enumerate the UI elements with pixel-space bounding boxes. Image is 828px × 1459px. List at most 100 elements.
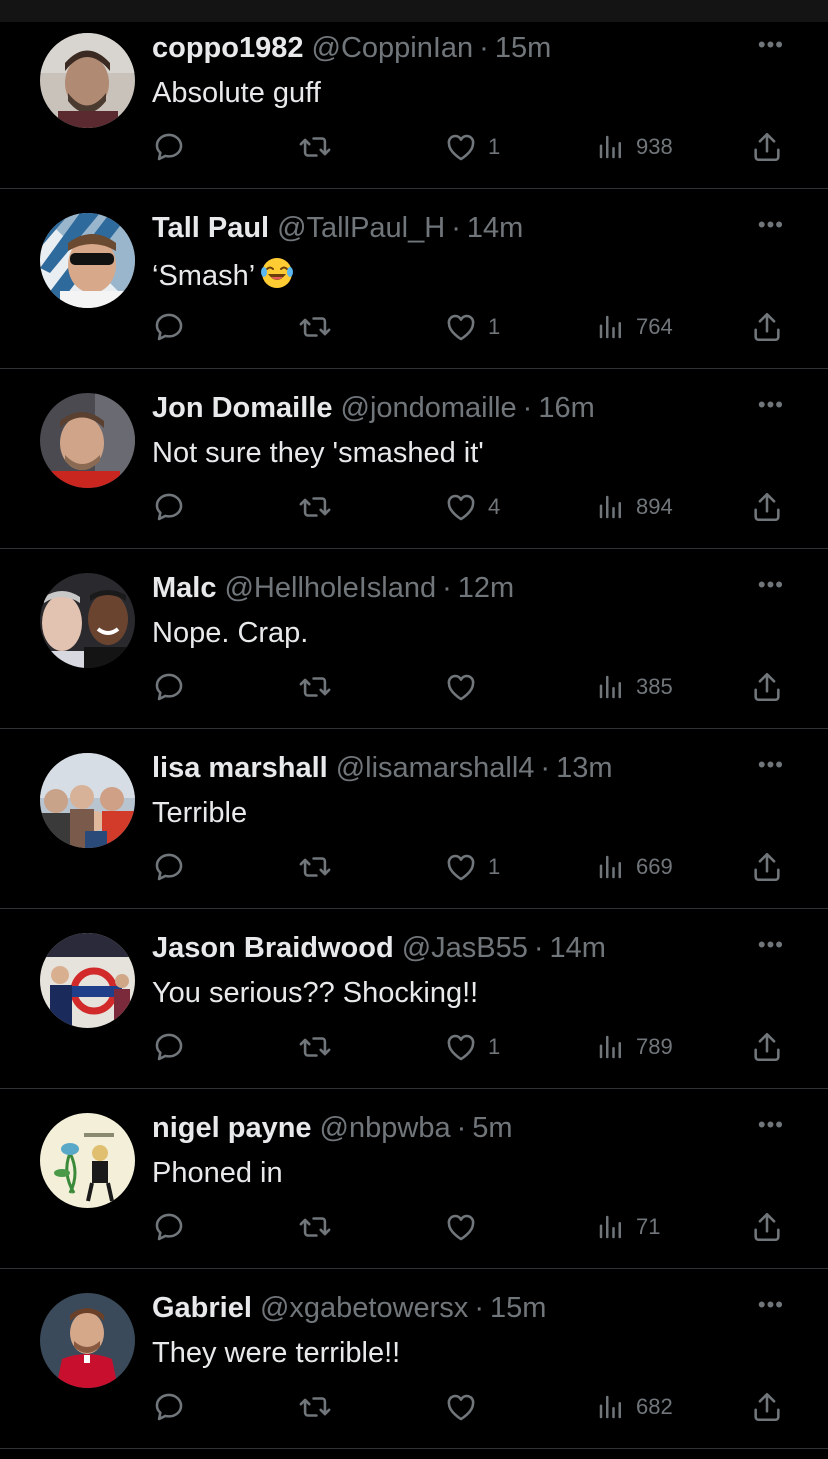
action-bar: 1 764 — [152, 307, 788, 347]
share-button[interactable] — [750, 1027, 784, 1067]
retweet-icon — [299, 857, 331, 877]
avatar[interactable] — [40, 393, 135, 488]
reply-icon — [155, 133, 183, 161]
avatar[interactable] — [40, 753, 135, 848]
user-handle[interactable]: @lisamarshall4 — [336, 752, 535, 784]
views-button[interactable]: 764 — [596, 307, 673, 347]
timestamp[interactable]: 13m — [556, 752, 612, 784]
more-icon[interactable]: ••• — [758, 574, 784, 596]
reply-button[interactable] — [152, 847, 186, 887]
retweet-button[interactable] — [297, 1027, 333, 1067]
views-button[interactable]: 894 — [596, 487, 673, 527]
reply-button[interactable] — [152, 667, 186, 707]
more-icon[interactable]: ••• — [758, 394, 784, 416]
share-icon — [754, 1032, 780, 1062]
more-icon[interactable]: ••• — [758, 754, 784, 776]
reply-icon — [155, 853, 183, 881]
timestamp[interactable]: 15m — [495, 32, 551, 64]
display-name[interactable]: Jon Domaille — [152, 392, 333, 424]
display-name[interactable]: Jason Braidwood — [152, 932, 394, 964]
share-button[interactable] — [750, 847, 784, 887]
retweet-button[interactable] — [297, 307, 333, 347]
retweet-button[interactable] — [297, 1207, 333, 1247]
tweet[interactable]: Tall Paul @TallPaul_H · 14m ••• ‘Smash’ 1 7… — [0, 189, 828, 369]
display-name[interactable]: Malc — [152, 572, 216, 604]
more-icon[interactable]: ••• — [758, 214, 784, 236]
timestamp[interactable]: 15m — [490, 1292, 546, 1324]
timestamp[interactable]: 16m — [538, 392, 594, 424]
views-button[interactable]: 385 — [596, 667, 673, 707]
reply-button[interactable] — [152, 487, 186, 527]
share-button[interactable] — [750, 1387, 784, 1427]
like-button[interactable]: 1 — [444, 1027, 500, 1067]
display-name[interactable]: nigel payne — [152, 1112, 312, 1144]
display-name[interactable]: Tall Paul — [152, 212, 269, 244]
heart-icon — [447, 1394, 475, 1421]
user-handle[interactable]: @HellholeIsland — [224, 572, 436, 604]
avatar[interactable] — [40, 1113, 135, 1208]
tweet[interactable]: coppo1982 @CoppinIan · 15m ••• Absolute guf… — [0, 9, 828, 189]
timestamp[interactable]: 5m — [472, 1112, 512, 1144]
share-button[interactable] — [750, 127, 784, 167]
retweet-button[interactable] — [297, 1387, 333, 1427]
separator: · — [474, 1292, 484, 1324]
user-handle[interactable]: @xgabetowersx — [260, 1292, 468, 1324]
reply-button[interactable] — [152, 307, 186, 347]
display-name[interactable]: lisa marshall — [152, 752, 328, 784]
views-button[interactable]: 789 — [596, 1027, 673, 1067]
tweet[interactable]: Malc @HellholeIsland · 12m ••• Nope. Crap. … — [0, 549, 828, 729]
timestamp[interactable]: 14m — [550, 932, 606, 964]
heart-icon — [447, 1034, 475, 1061]
timestamp[interactable]: 14m — [467, 212, 523, 244]
reply-button[interactable] — [152, 1027, 186, 1067]
tweet[interactable]: Jason Braidwood @JasB55 · 14m ••• You serio… — [0, 909, 828, 1089]
tweet[interactable]: lisa marshall @lisamarshall4 · 13m ••• Terr… — [0, 729, 828, 909]
tweet[interactable]: Gabriel @xgabetowersx · 15m ••• They were t… — [0, 1269, 828, 1449]
avatar[interactable] — [40, 1293, 135, 1388]
avatar[interactable] — [40, 33, 135, 128]
retweet-button[interactable] — [297, 127, 333, 167]
more-icon[interactable]: ••• — [758, 1114, 784, 1136]
views-button[interactable]: 71 — [596, 1207, 660, 1247]
like-button[interactable] — [444, 1207, 488, 1247]
like-button[interactable]: 4 — [444, 487, 500, 527]
more-icon[interactable]: ••• — [758, 1294, 784, 1316]
reply-feed: coppo1982 @CoppinIan · 15m ••• Absolute guf… — [0, 9, 828, 1449]
avatar[interactable] — [40, 573, 135, 668]
user-handle[interactable]: @CoppinIan — [312, 32, 474, 64]
retweet-button[interactable] — [297, 847, 333, 887]
reply-button[interactable] — [152, 127, 186, 167]
share-button[interactable] — [750, 307, 784, 347]
like-button[interactable]: 1 — [444, 127, 500, 167]
more-icon[interactable]: ••• — [758, 34, 784, 56]
display-name[interactable]: Gabriel — [152, 1292, 252, 1324]
like-button[interactable] — [444, 1387, 488, 1427]
views-button[interactable]: 682 — [596, 1387, 673, 1427]
retweet-button[interactable] — [297, 667, 333, 707]
tweet[interactable]: Jon Domaille @jondomaille · 16m ••• Not sur… — [0, 369, 828, 549]
share-button[interactable] — [750, 487, 784, 527]
like-button[interactable]: 1 — [444, 307, 500, 347]
avatar[interactable] — [40, 213, 135, 308]
user-handle[interactable]: @TallPaul_H — [277, 212, 445, 244]
views-button[interactable]: 669 — [596, 847, 673, 887]
user-handle[interactable]: @nbpwba — [320, 1112, 451, 1144]
tweet-header: lisa marshall @lisamarshall4 · 13m — [152, 751, 612, 785]
tweet-header: nigel payne @nbpwba · 5m — [152, 1111, 513, 1145]
reply-button[interactable] — [152, 1207, 186, 1247]
user-handle[interactable]: @jondomaille — [341, 392, 517, 424]
retweet-button[interactable] — [297, 487, 333, 527]
reply-button[interactable] — [152, 1387, 186, 1427]
like-button[interactable]: 1 — [444, 847, 500, 887]
like-button[interactable] — [444, 667, 488, 707]
share-button[interactable] — [750, 667, 784, 707]
like-count: 1 — [488, 854, 501, 879]
timestamp[interactable]: 12m — [458, 572, 514, 604]
more-icon[interactable]: ••• — [758, 934, 784, 956]
avatar[interactable] — [40, 933, 135, 1028]
share-button[interactable] — [750, 1207, 784, 1247]
tweet[interactable]: nigel payne @nbpwba · 5m ••• Phoned in 71 — [0, 1089, 828, 1269]
display-name[interactable]: coppo1982 — [152, 32, 304, 64]
user-handle[interactable]: @JasB55 — [402, 932, 528, 964]
views-button[interactable]: 938 — [596, 127, 673, 167]
